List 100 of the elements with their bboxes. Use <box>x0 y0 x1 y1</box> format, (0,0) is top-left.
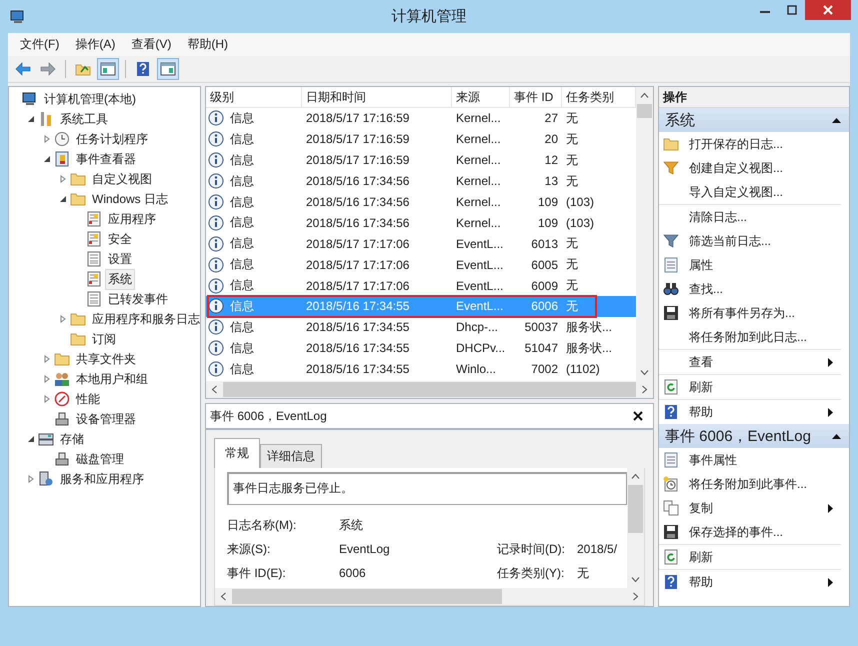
tree-item[interactable]: 设置 <box>105 248 135 270</box>
tab[interactable]: 常规 <box>214 438 260 468</box>
collapse-arrow-icon[interactable] <box>59 195 67 203</box>
tree-item[interactable]: 自定义视图 <box>89 168 155 190</box>
menu-item[interactable]: 帮助(H) <box>179 34 236 55</box>
expand-arrow-icon[interactable] <box>43 355 51 363</box>
tree-item[interactable]: 计算机管理(本地) <box>41 88 139 110</box>
action-link[interactable]: 导入自定义视图... <box>689 184 833 200</box>
table-cell-text: 信息 <box>229 172 255 190</box>
tab[interactable]: 详细信息 <box>260 444 322 468</box>
tree-item[interactable]: 已转发事件 <box>105 288 171 310</box>
expand-arrow-icon[interactable] <box>43 375 51 383</box>
tree-item[interactable]: 存储 <box>57 428 87 450</box>
message-field[interactable]: 事件日志服务已停止。 <box>227 472 627 505</box>
action-link[interactable]: 将任务附加到此日志... <box>689 328 833 346</box>
tree-item[interactable]: 性能 <box>73 388 103 410</box>
table-row[interactable]: 信息 2018/5/16 17:34:56 Kernel... 109 (103) <box>206 212 636 234</box>
expand-arrow-icon[interactable] <box>43 395 51 403</box>
column-header[interactable]: 事件 ID <box>510 87 562 107</box>
action-link[interactable]: 帮助 <box>689 574 818 590</box>
tree-item[interactable]: 任务计划程序 <box>73 128 151 150</box>
toolbar-button[interactable] <box>97 58 119 80</box>
table-row[interactable]: 信息 2018/5/17 17:16:59 Kernel... 27 无 <box>206 108 636 129</box>
tree-item[interactable]: 磁盘管理 <box>73 448 127 470</box>
scrollbar-thumb[interactable] <box>628 485 643 533</box>
table-row[interactable]: 信息 2018/5/17 17:17:06 EventL... 6013 无 <box>206 233 636 254</box>
action-link[interactable]: 刷新 <box>689 548 833 566</box>
field-value: 系统 <box>339 516 364 534</box>
action-link[interactable]: 事件属性 <box>689 452 833 468</box>
section-header[interactable]: 系统 <box>659 108 849 132</box>
tree-item[interactable]: 安全 <box>105 228 135 250</box>
column-header[interactable]: 来源 <box>452 87 510 107</box>
tree-item[interactable]: 服务和应用程序 <box>57 468 147 490</box>
table-cell-text: 无 <box>565 298 579 315</box>
field-label: 日志名称(M): <box>227 516 298 534</box>
field-label: 来源(S): <box>227 540 272 558</box>
collapse-arrow-icon[interactable] <box>43 155 51 163</box>
action-link[interactable]: 查看 <box>689 354 818 370</box>
menu-item[interactable]: 文件(F) <box>12 34 68 55</box>
action-link[interactable]: 帮助 <box>689 404 818 420</box>
action-link[interactable]: 将任务附加到此事件... <box>689 476 833 492</box>
horizontal-scrollbar[interactable] <box>206 381 653 398</box>
help-icon <box>663 404 679 420</box>
tree-item[interactable]: 共享文件夹 <box>73 348 139 370</box>
table-row[interactable]: 信息 2018/5/17 17:16:59 Kernel... 20 无 <box>206 128 636 150</box>
table-cell-text: 无 <box>565 277 579 294</box>
tree-item[interactable]: 事件查看器 <box>73 148 139 170</box>
tree-item[interactable]: 订阅 <box>89 328 119 350</box>
scrollbar-thumb[interactable] <box>637 104 652 118</box>
table-cell-text: 109 <box>536 214 559 232</box>
action-link[interactable]: 将所有事件另存为... <box>689 304 833 322</box>
section-header[interactable]: 事件 6006，EventLog <box>659 424 849 448</box>
collapse-arrow-icon[interactable] <box>27 115 35 123</box>
action-link[interactable]: 保存选择的事件... <box>689 524 833 540</box>
action-link[interactable]: 筛选当前日志... <box>689 232 833 250</box>
expand-arrow-icon[interactable] <box>59 315 67 323</box>
table-row[interactable]: 信息 2018/5/16 17:34:56 Kernel... 109 (103) <box>206 192 636 212</box>
collapse-arrow-icon[interactable] <box>832 433 841 439</box>
table-cell-text: EventL... <box>455 278 504 295</box>
collapse-arrow-icon[interactable] <box>27 435 35 443</box>
expand-arrow-icon[interactable] <box>27 475 35 483</box>
tree-item[interactable]: 系统工具 <box>57 108 111 130</box>
table-row[interactable]: 信息 2018/5/16 17:34:55 Winlo... 7002 (1102) <box>206 358 636 380</box>
tree-item[interactable]: 应用程序和服务日志 <box>89 308 200 330</box>
table-row[interactable]: 信息 2018/5/16 17:34:56 Kernel... 13 无 <box>206 170 636 192</box>
scrollbar-thumb[interactable] <box>232 589 502 604</box>
action-link[interactable]: 打开保存的日志... <box>689 136 833 152</box>
table-row[interactable]: 信息 2018/5/17 17:17:06 EventL... 6005 无 <box>206 254 636 276</box>
collapse-arrow-icon[interactable] <box>832 117 841 123</box>
info-icon <box>208 236 224 252</box>
tree-item[interactable]: 应用程序 <box>105 208 159 230</box>
section-title: 事件 6006，EventLog <box>665 426 811 446</box>
table-cell-text: 2018/5/17 17:17:06 <box>305 256 410 274</box>
horizontal-scrollbar[interactable] <box>215 588 644 605</box>
table-row[interactable]: 信息 2018/5/17 17:17:06 EventL... 6009 无 <box>206 275 636 296</box>
action-link[interactable]: 属性 <box>689 256 833 274</box>
action-link[interactable]: 刷新 <box>689 378 833 396</box>
tree-item[interactable]: 设备管理器 <box>73 408 139 430</box>
menu-item[interactable]: 操作(A) <box>67 34 124 55</box>
menu-item[interactable]: 查看(V) <box>123 34 180 55</box>
action-link[interactable]: 查找... <box>689 280 833 298</box>
expand-arrow-icon[interactable] <box>59 175 67 183</box>
table-row[interactable]: 信息 2018/5/17 17:16:59 Kernel... 12 无 <box>206 150 636 171</box>
table-row[interactable]: 信息 2018/5/16 17:34:55 DHCPv... 51047 服务状... <box>206 338 636 359</box>
action-link[interactable]: 创建自定义视图... <box>689 160 833 176</box>
table-row[interactable]: 信息 2018/5/16 17:34:55 Dhcp-... 50037 服务状... <box>206 316 636 338</box>
column-header[interactable]: 日期和时间 <box>302 87 452 107</box>
action-link[interactable]: 清除日志... <box>689 208 833 226</box>
action-link[interactable]: 复制 <box>689 500 818 516</box>
log-icon <box>86 211 102 227</box>
tree-item[interactable]: Windows 日志 <box>89 188 172 210</box>
tree-item[interactable]: 系统 <box>105 268 135 290</box>
close-button[interactable] <box>631 411 645 421</box>
column-header[interactable]: 级别 <box>206 87 302 107</box>
toolbar-button[interactable] <box>157 58 179 80</box>
scrollbar-thumb[interactable] <box>223 382 636 397</box>
folder-icon <box>54 351 70 367</box>
expand-arrow-icon[interactable] <box>43 135 51 143</box>
tree-item[interactable]: 本地用户和组 <box>73 368 151 390</box>
vertical-scrollbar[interactable] <box>636 87 653 381</box>
